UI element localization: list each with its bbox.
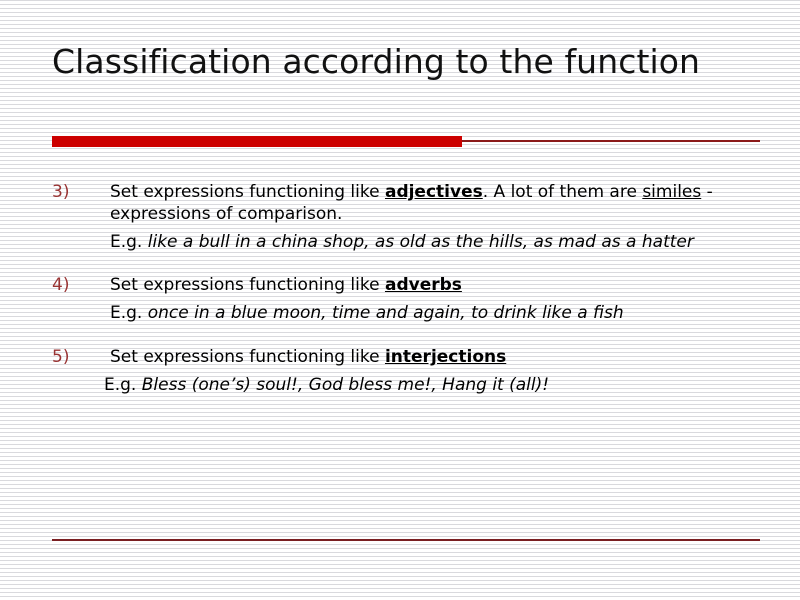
title-divider — [52, 136, 760, 147]
footer-divider — [52, 539, 760, 541]
emphasis-adjectives: adjectives — [384, 182, 483, 202]
page-title: Classification according to the function — [52, 42, 701, 81]
list-item-example-line: E.g. once in a blue moon, time and again… — [110, 303, 752, 325]
list-item-body: Set expressions functioning like adjecti… — [110, 182, 752, 253]
emphasis-interjections: interjections — [384, 346, 507, 367]
example-label: E.g. — [110, 303, 148, 323]
emphasis-similes: similes — [642, 182, 702, 202]
list-item-main-line: Set expressions functioning like adjecti… — [110, 182, 745, 226]
example-text: Bless (one’s) soul!, God bless me!, Hang… — [141, 374, 550, 395]
example-text: like a bull in a china shop, as old as t… — [147, 231, 694, 252]
content-list: 3) Set expressions functioning like adje… — [52, 182, 752, 396]
title-block: Classification according to the function — [52, 42, 752, 82]
list-item-main-line: Set expressions functioning like adverbs — [110, 275, 745, 297]
presentation-slide: Classification according to the function… — [0, 0, 800, 600]
list-item-marker: 5) — [52, 346, 70, 367]
text-mid: . A lot of them are — [482, 182, 643, 202]
list-item-example-line: E.g. like a bull in a china shop, as old… — [110, 232, 752, 254]
list-item-marker: 3) — [52, 182, 70, 202]
list-item-main-line: Set expressions functioning like interje… — [110, 347, 745, 369]
list-item: 4) Set expressions functioning like adve… — [52, 275, 752, 325]
example-label: E.g. — [104, 374, 142, 395]
text-pre: Set expressions functioning like — [110, 275, 385, 296]
emphasis-adverbs: adverbs — [384, 275, 462, 296]
list-item-body: Set expressions functioning like interje… — [104, 347, 752, 397]
list-item-example-line: E.g. Bless (one’s) soul!, God bless me!,… — [104, 375, 749, 397]
text-pre: Set expressions functioning like — [110, 182, 385, 202]
list-item-marker: 4) — [52, 275, 70, 296]
example-label: E.g. — [110, 231, 148, 252]
list-item-body: Set expressions functioning like adverbs… — [110, 275, 752, 325]
text-pre: Set expressions functioning like — [110, 346, 385, 367]
example-text: once in a blue moon, time and again, to … — [147, 303, 624, 323]
list-item: 3) Set expressions functioning like adje… — [52, 182, 752, 253]
list-item: 5) Set expressions functioning like inte… — [52, 347, 752, 397]
title-divider-accent-bar — [52, 136, 462, 147]
